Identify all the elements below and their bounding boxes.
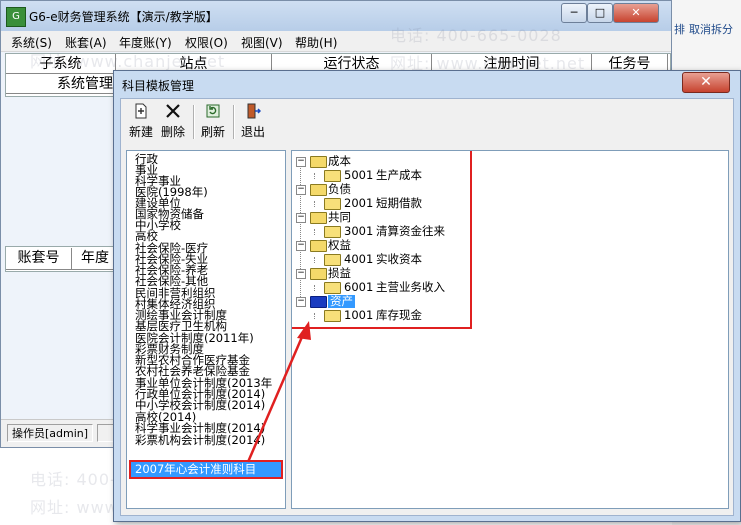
exit-button[interactable]: 退出 <box>235 103 271 143</box>
new-doc-icon <box>132 103 150 119</box>
new-button-label: 新建 <box>128 125 153 139</box>
watermark-site: 网址: www.chanjet.net <box>30 52 226 71</box>
exit-door-icon <box>244 103 262 119</box>
dialog-body: 新建 删除 刷新 退出 行政 事业 科学事业 医院(1998年) 建设单位 国家… <box>120 98 734 516</box>
delete-button-label: 删除 <box>160 125 185 139</box>
refresh-button[interactable]: 刷新 <box>195 103 231 143</box>
account-template-dialog: 科目模板管理 ✕ 新建 删除 刷新 退出 行政 事业 科学事业 医院(1998年… <box>113 70 741 522</box>
template-list[interactable]: 行政 事业 科学事业 医院(1998年) 建设单位 国家物资储备 中小学校 高校… <box>126 150 286 509</box>
delete-button[interactable]: 删除 <box>155 103 191 143</box>
account-tree-panel[interactable]: − 成本 5001 生产成本 − 负债 2001 短期借款 − 共同 3001 … <box>291 150 729 509</box>
tree-highlight-box <box>292 151 472 329</box>
dialog-title-bar: 科目模板管理 <box>114 71 740 97</box>
exit-button-label: 退出 <box>240 125 265 139</box>
new-button[interactable]: 新建 <box>123 103 159 143</box>
refresh-button-label: 刷新 <box>200 125 225 139</box>
dialog-close-button[interactable]: ✕ <box>682 72 730 93</box>
watermark-phone: 电话: 400-665-0028 <box>390 26 562 45</box>
delete-x-icon <box>164 103 182 119</box>
refresh-icon <box>204 103 222 119</box>
list-item[interactable]: 彩票机构会计制度(2014) <box>135 434 265 446</box>
dialog-title: 科目模板管理 <box>122 79 195 93</box>
selection-highlight-box <box>129 460 283 479</box>
